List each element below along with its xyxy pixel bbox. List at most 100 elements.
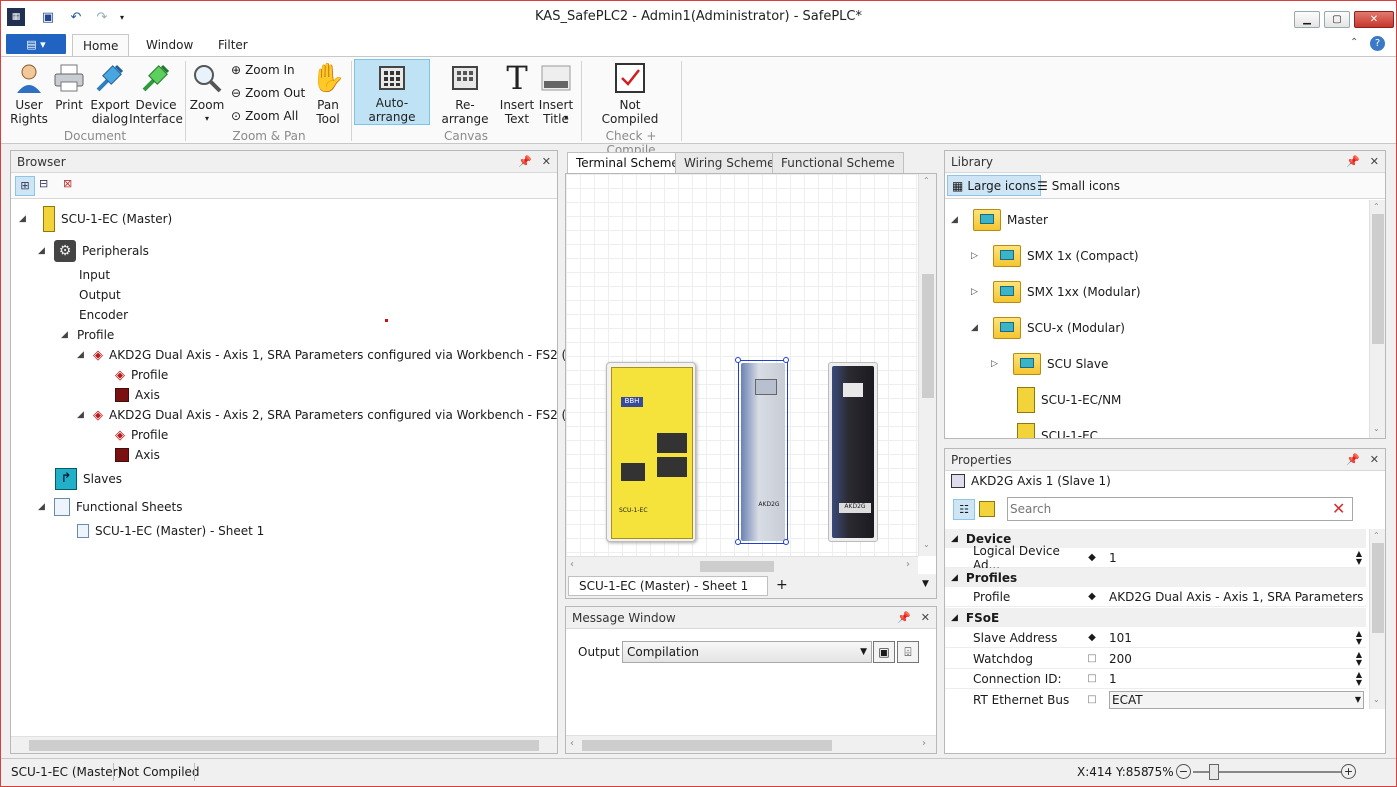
zoom-slider-thumb[interactable] — [1209, 764, 1219, 780]
close-pane-icon[interactable]: ✕ — [542, 155, 551, 168]
zoom-button[interactable]: Zoom ▾ — [189, 61, 225, 126]
tree-item-root[interactable]: ◢ SCU-1-EC (Master) — [19, 206, 172, 232]
tab-functional-scheme[interactable]: Functional Scheme — [772, 152, 904, 173]
user-rights-button[interactable]: User Rights — [7, 61, 51, 126]
help-icon[interactable]: ? — [1370, 36, 1385, 51]
small-icons-button[interactable]: ☰ Small icons — [1037, 176, 1120, 196]
scroll-up-icon[interactable]: ⌃ — [1373, 531, 1380, 540]
property-row-profile[interactable]: Profile ◆ AKD2G Dual Axis - Axis 1, SRA … — [945, 587, 1366, 607]
tree-item-sheet1[interactable]: SCU-1-EC (Master) - Sheet 1 — [77, 521, 264, 541]
spinner-icon[interactable]: ▲ ▼ — [1356, 650, 1366, 667]
canvas-vscrollbar[interactable]: ⌃ ⌄ — [918, 174, 936, 556]
canvas-hscrollbar[interactable]: ‹ › — [566, 556, 918, 574]
property-row-connection-id[interactable]: Connection ID: □ 1 ▲ ▼ — [945, 669, 1366, 689]
clear-output-button[interactable]: ⌹ — [897, 641, 919, 663]
tree-item-axis1[interactable]: ◢ ◈ AKD2G Dual Axis - Axis 1, SRA Parame… — [77, 345, 615, 365]
tab-home[interactable]: Home — [72, 34, 130, 56]
minimize-button[interactable]: ▁ — [1294, 11, 1320, 28]
rt-ethernet-select[interactable]: ECAT ▼ — [1109, 690, 1364, 709]
large-icons-button[interactable]: ▦ Large icons — [947, 175, 1042, 196]
selection-handle[interactable] — [783, 357, 789, 363]
output-select[interactable]: Compilation ▼ — [622, 641, 872, 663]
pin-icon[interactable]: 📌 — [897, 611, 911, 624]
save-output-button[interactable]: ▣ — [873, 641, 895, 663]
tree-item-functional-sheets[interactable]: ◢ Functional Sheets — [38, 497, 183, 517]
close-pane-icon[interactable]: ✕ — [921, 611, 930, 624]
spinner-icon[interactable]: ▲ ▼ — [1356, 670, 1366, 687]
pin-icon[interactable]: 📌 — [1346, 155, 1360, 168]
clear-search-icon[interactable]: ✕ — [1332, 499, 1345, 518]
selection-handle[interactable] — [735, 357, 741, 363]
pin-icon[interactable]: 📌 — [518, 155, 532, 168]
akd2g-device-2[interactable]: AKD2G — [828, 362, 878, 542]
scroll-thumb[interactable] — [700, 561, 774, 572]
zoom-minus-button[interactable]: − — [1176, 764, 1191, 779]
not-compiled-button[interactable]: Not Compiled — [599, 61, 661, 126]
library-item-scux[interactable]: ◢ SCU-x (Modular) — [971, 316, 1125, 340]
tree-item-peripherals[interactable]: ◢ ⚙ Peripherals — [38, 240, 149, 262]
drawing-canvas[interactable]: BBH SCU-1-EC AKD2G AKD2G — [566, 174, 918, 556]
properties-vscrollbar[interactable]: ⌃ ⌄ — [1369, 529, 1385, 709]
category-profiles[interactable]: ◢ Profiles — [945, 568, 1366, 587]
scroll-thumb[interactable] — [582, 740, 832, 751]
insert-text-button[interactable]: T Insert Text — [499, 61, 535, 126]
property-row-slave-address[interactable]: Slave Address ◆ 101 ▲ ▼ — [945, 628, 1366, 648]
sheet-list-dropdown-icon[interactable]: ▼ — [922, 579, 929, 589]
property-search-input[interactable] — [1010, 500, 1320, 518]
scroll-down-icon[interactable]: ⌄ — [1373, 695, 1380, 704]
scroll-up-icon[interactable]: ⌃ — [1373, 202, 1380, 211]
pin-icon[interactable]: 📌 — [1346, 453, 1360, 466]
tree-item-output[interactable]: Output — [79, 285, 121, 305]
alphabetical-view-button[interactable] — [979, 501, 995, 517]
tree-item-axis2-profile[interactable]: ◈ Profile — [115, 425, 168, 445]
scroll-thumb[interactable] — [29, 740, 539, 751]
tab-window[interactable]: Window — [136, 34, 203, 56]
library-item-smx1x[interactable]: ▷ SMX 1x (Compact) — [971, 244, 1139, 268]
selection-handle[interactable] — [735, 539, 741, 545]
library-item-scu1ecnm[interactable]: SCU-1-EC/NM — [1017, 386, 1121, 414]
tab-filter[interactable]: Filter — [208, 34, 258, 56]
zoom-all-button[interactable]: ⊙ Zoom All — [231, 106, 298, 126]
scroll-left-icon[interactable]: ‹ — [570, 738, 574, 749]
tree-item-slaves[interactable]: ↱ Slaves — [55, 468, 122, 490]
tab-sheet1[interactable]: SCU-1-EC (Master) - Sheet 1 — [568, 576, 768, 596]
zoom-plus-button[interactable]: + — [1341, 764, 1356, 779]
scroll-down-icon[interactable]: ⌄ — [923, 540, 930, 549]
scroll-thumb[interactable] — [1372, 543, 1384, 633]
tree-item-axis2[interactable]: ◢ ◈ AKD2G Dual Axis - Axis 2, SRA Parame… — [77, 405, 615, 425]
browser-hscrollbar[interactable] — [11, 736, 557, 753]
property-row-rt-ethernet[interactable]: RT Ethernet Bus □ ECAT ▼ — [945, 690, 1366, 709]
scroll-thumb[interactable] — [1372, 214, 1384, 344]
scroll-left-icon[interactable]: ‹ — [570, 559, 574, 570]
property-row-logical-device[interactable]: Logical Device Ad... ◆ 1 ▲ ▼ — [945, 544, 1366, 572]
tree-item-axis2-axis[interactable]: Axis — [115, 445, 160, 465]
close-window-button[interactable]: ✕ — [1354, 11, 1394, 28]
library-vscrollbar[interactable]: ⌃ ⌄ — [1369, 200, 1385, 438]
library-item-master[interactable]: ◢ Master — [951, 208, 1048, 232]
tree-item-input[interactable]: Input — [79, 265, 110, 285]
tree-item-encoder[interactable]: Encoder — [79, 305, 128, 325]
auto-arrange-button[interactable]: Auto-arrange — [354, 59, 430, 125]
tab-terminal-scheme[interactable]: Terminal Scheme — [567, 152, 688, 173]
library-item-smx1xx[interactable]: ▷ SMX 1xx (Modular) — [971, 280, 1141, 304]
print-button[interactable]: Print — [51, 61, 87, 112]
file-menu-button[interactable]: ▤ ▾ — [6, 34, 66, 54]
library-item-scu1ec[interactable]: SCU-1-EC — [1017, 422, 1098, 438]
insert-title-dropdown-icon[interactable]: ▾ — [564, 113, 568, 122]
library-item-scu-slave[interactable]: ▷ SCU Slave — [991, 352, 1108, 376]
selection-handle[interactable] — [783, 539, 789, 545]
add-sheet-button[interactable]: + — [776, 577, 788, 593]
maximize-button[interactable]: ▢ — [1324, 11, 1350, 28]
tree-collapse-icon[interactable]: ⊟ — [39, 177, 48, 190]
close-pane-icon[interactable]: ✕ — [1370, 155, 1379, 168]
scroll-down-icon[interactable]: ⌄ — [1373, 424, 1380, 433]
scroll-thumb[interactable] — [922, 274, 934, 398]
zoom-in-button[interactable]: ⊕ Zoom In — [231, 60, 295, 80]
collapse-ribbon-icon[interactable]: ⌃ — [1350, 37, 1358, 48]
category-fsoe[interactable]: ◢ FSoE — [945, 608, 1366, 627]
tab-wiring-scheme[interactable]: Wiring Scheme — [675, 152, 784, 173]
message-hscrollbar[interactable]: ‹ › — [566, 735, 936, 753]
spinner-icon[interactable]: ▲ ▼ — [1356, 629, 1366, 646]
tree-item-axis1-profile[interactable]: ◈ Profile — [115, 365, 168, 385]
spinner-icon[interactable]: ▲ ▼ — [1356, 549, 1366, 566]
